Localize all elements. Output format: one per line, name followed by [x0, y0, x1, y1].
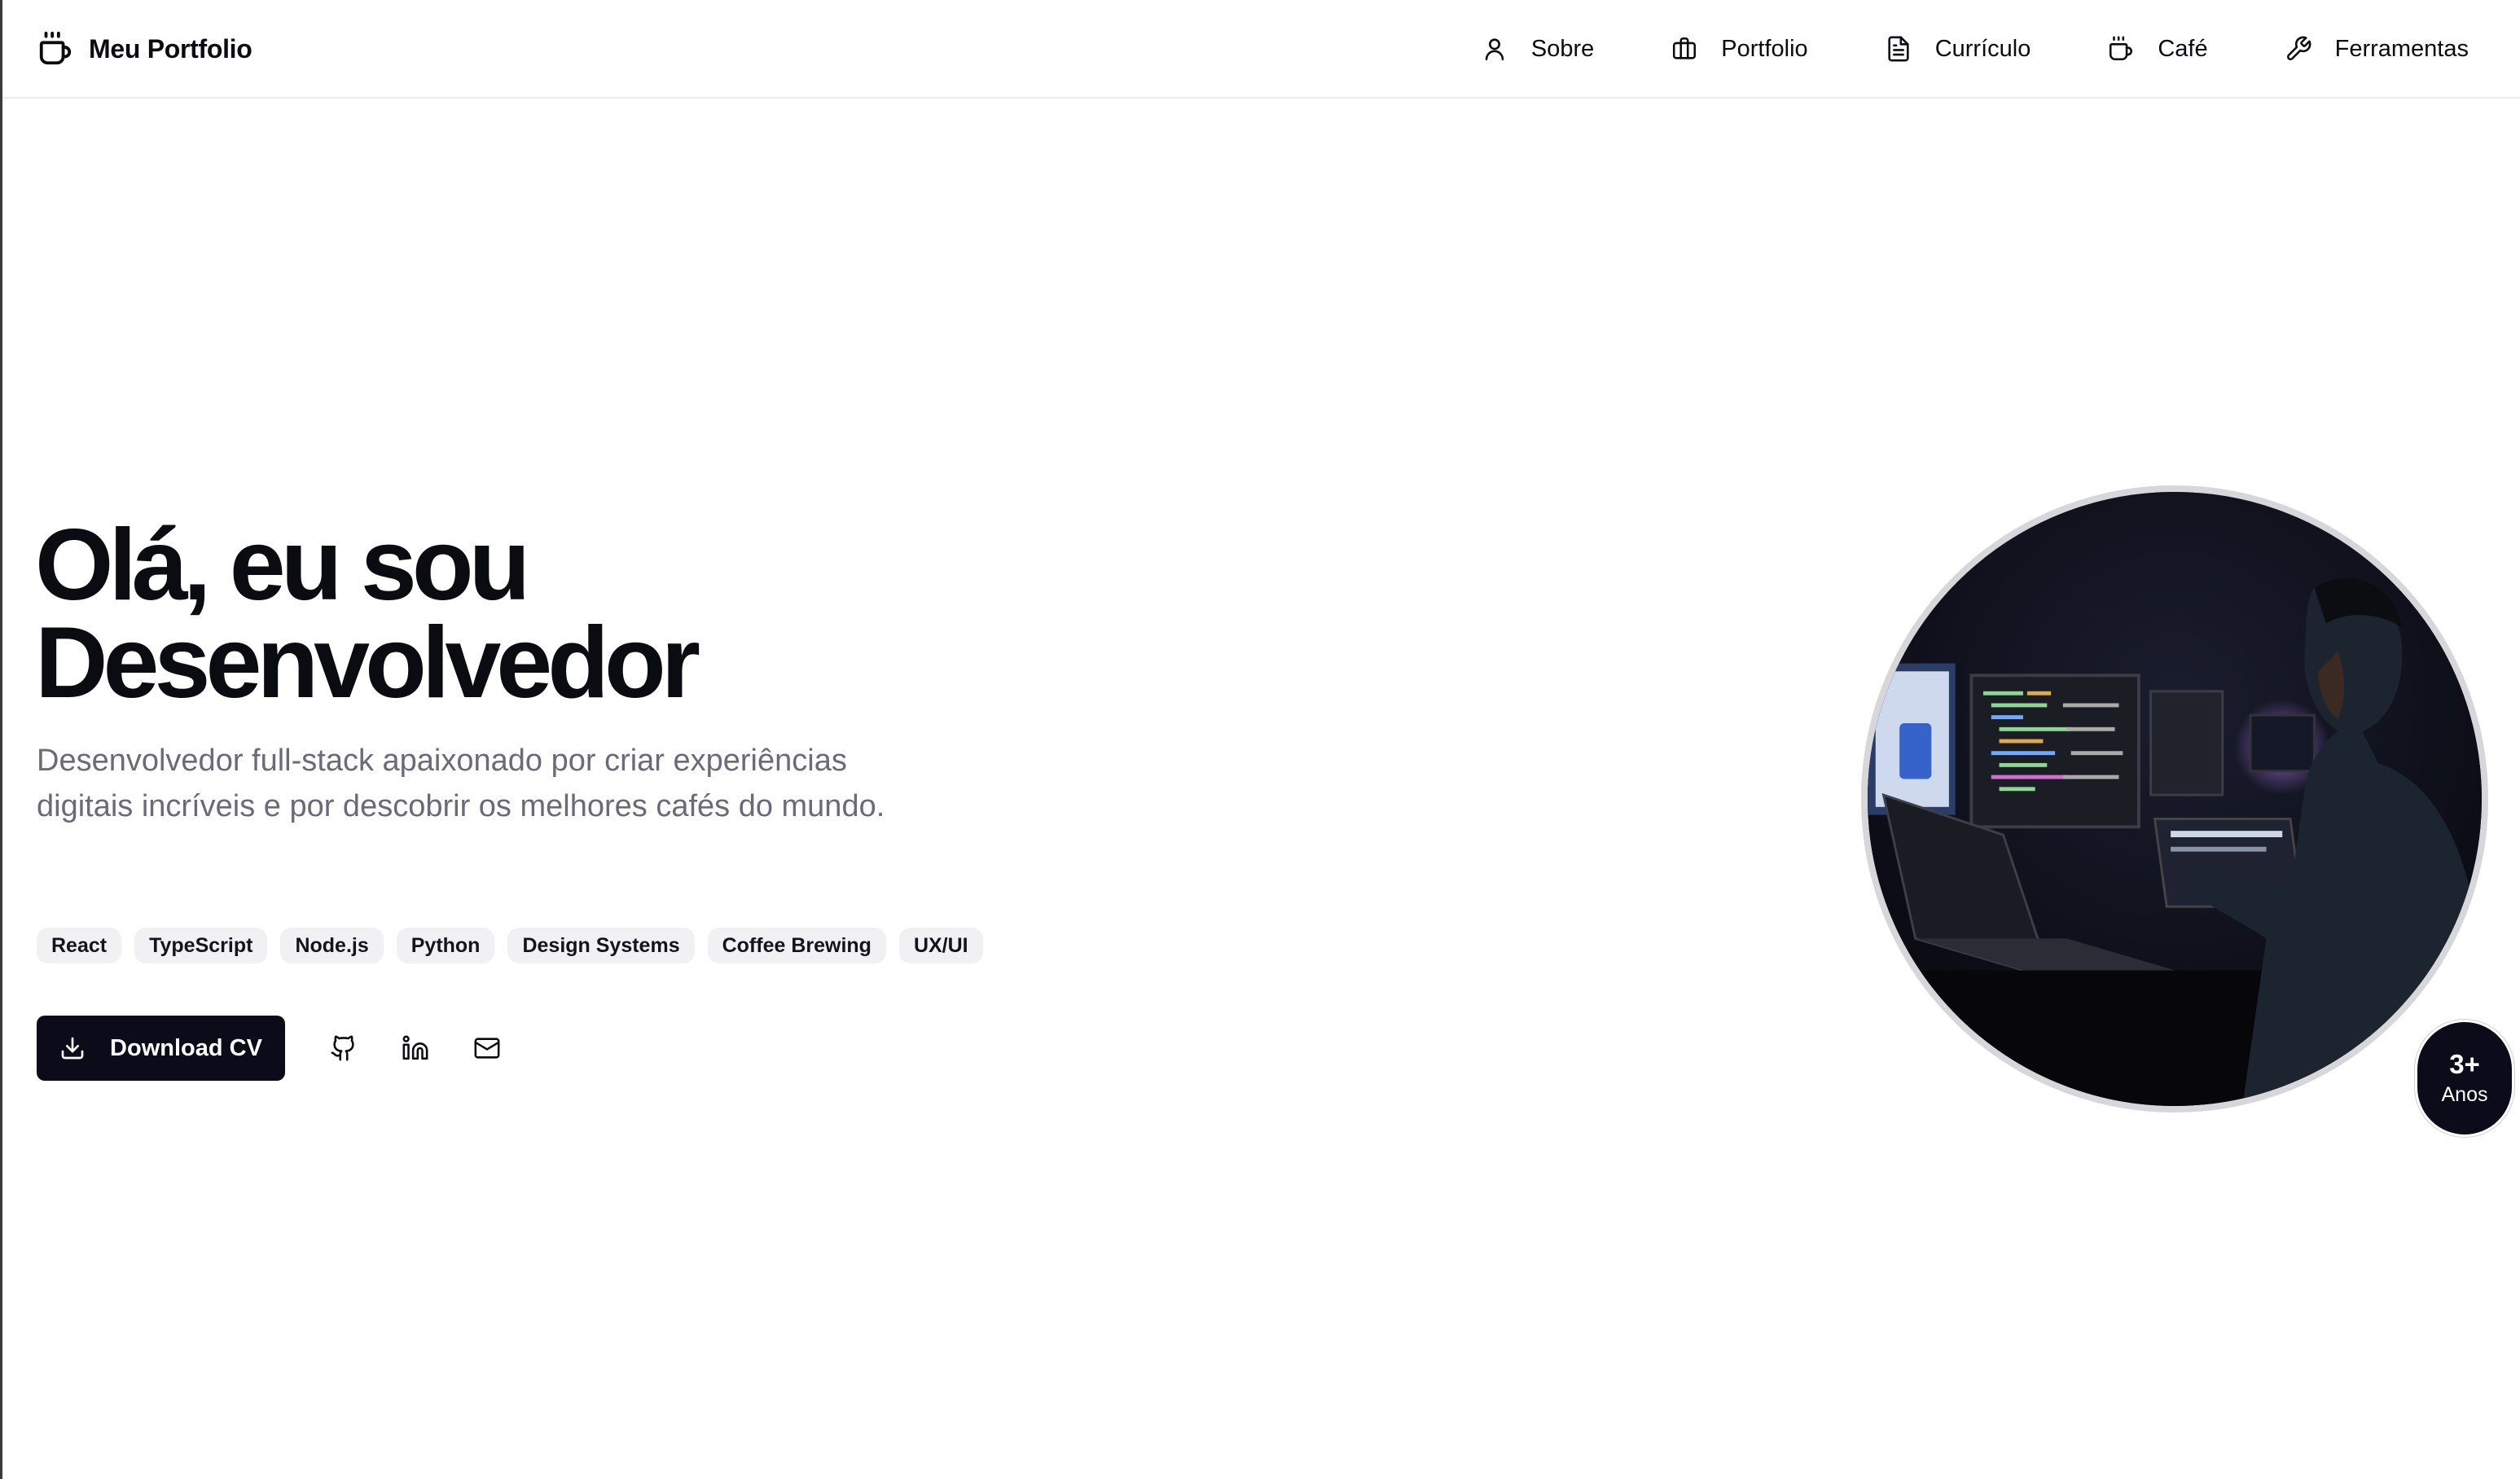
hero-actions: Download CV	[37, 1016, 511, 1081]
skill-tag: UX/UI	[898, 928, 983, 963]
profile-photo	[1861, 485, 2488, 1113]
nav-item-curriculo[interactable]: Currículo	[1885, 35, 2031, 63]
top-navbar: Meu Portfolio Sobre Portfolio Currículo	[2, 0, 2520, 99]
nav-label: Sobre	[1530, 35, 1595, 62]
main-nav: Sobre Portfolio Currículo Café Ferrament…	[1481, 24, 2469, 73]
download-cv-label: Download CV	[110, 1034, 262, 1061]
nav-label: Café	[2158, 35, 2208, 62]
skill-tag: Node.js	[280, 928, 384, 963]
skill-tag: Python	[396, 928, 495, 963]
nav-item-portfolio[interactable]: Portfolio	[1670, 35, 1808, 63]
brand-name: Meu Portfolio	[89, 33, 252, 64]
skill-tags: React TypeScript Node.js Python Design S…	[37, 928, 983, 963]
hero-subtitle: Desenvolvedor full-stack apaixonado por …	[37, 744, 885, 823]
coffee-icon	[2110, 36, 2133, 61]
github-link[interactable]	[319, 1024, 368, 1073]
download-cv-button[interactable]: Download CV	[37, 1016, 285, 1081]
experience-value: 3+	[2449, 1049, 2480, 1079]
coffee-cup-icon	[39, 31, 72, 65]
linkedin-link[interactable]	[391, 1024, 440, 1073]
github-icon	[331, 1035, 354, 1061]
email-link[interactable]	[463, 1024, 511, 1073]
hero-title-line-2: Desenvolvedor	[35, 607, 700, 719]
document-icon	[1888, 36, 1909, 62]
nav-item-sobre[interactable]: Sobre	[1481, 35, 1594, 63]
nav-item-ferramentas[interactable]: Ferramentas	[2285, 35, 2469, 63]
experience-badge: 3+ Anos	[2415, 1020, 2514, 1137]
skill-tag: Coffee Brewing	[707, 928, 886, 963]
skill-tag: React	[37, 928, 122, 963]
skill-tag: Design Systems	[507, 928, 695, 963]
user-icon	[1485, 38, 1504, 61]
nav-label: Currículo	[1934, 35, 2031, 62]
linkedin-icon	[402, 1035, 428, 1060]
brand-logo[interactable]: Meu Portfolio	[37, 26, 252, 72]
nav-item-cafe[interactable]: Café	[2107, 35, 2208, 63]
developer-at-workstation-illustration	[1868, 492, 2482, 1106]
briefcase-icon	[1673, 37, 1697, 59]
hero-title-line-1: Olá, eu sou	[35, 509, 530, 621]
experience-label: Anos	[2441, 1083, 2488, 1106]
download-icon	[61, 1037, 84, 1060]
nav-label: Ferramentas	[2334, 35, 2469, 62]
skill-tag: TypeScript	[134, 928, 268, 963]
wrench-icon	[2286, 36, 2311, 60]
nav-label: Portfolio	[1721, 35, 1808, 62]
hero-title: Olá, eu sou Desenvolvedor	[35, 509, 1012, 719]
mail-icon	[474, 1038, 500, 1059]
page: Meu Portfolio Sobre Portfolio Currículo	[0, 0, 2520, 1479]
